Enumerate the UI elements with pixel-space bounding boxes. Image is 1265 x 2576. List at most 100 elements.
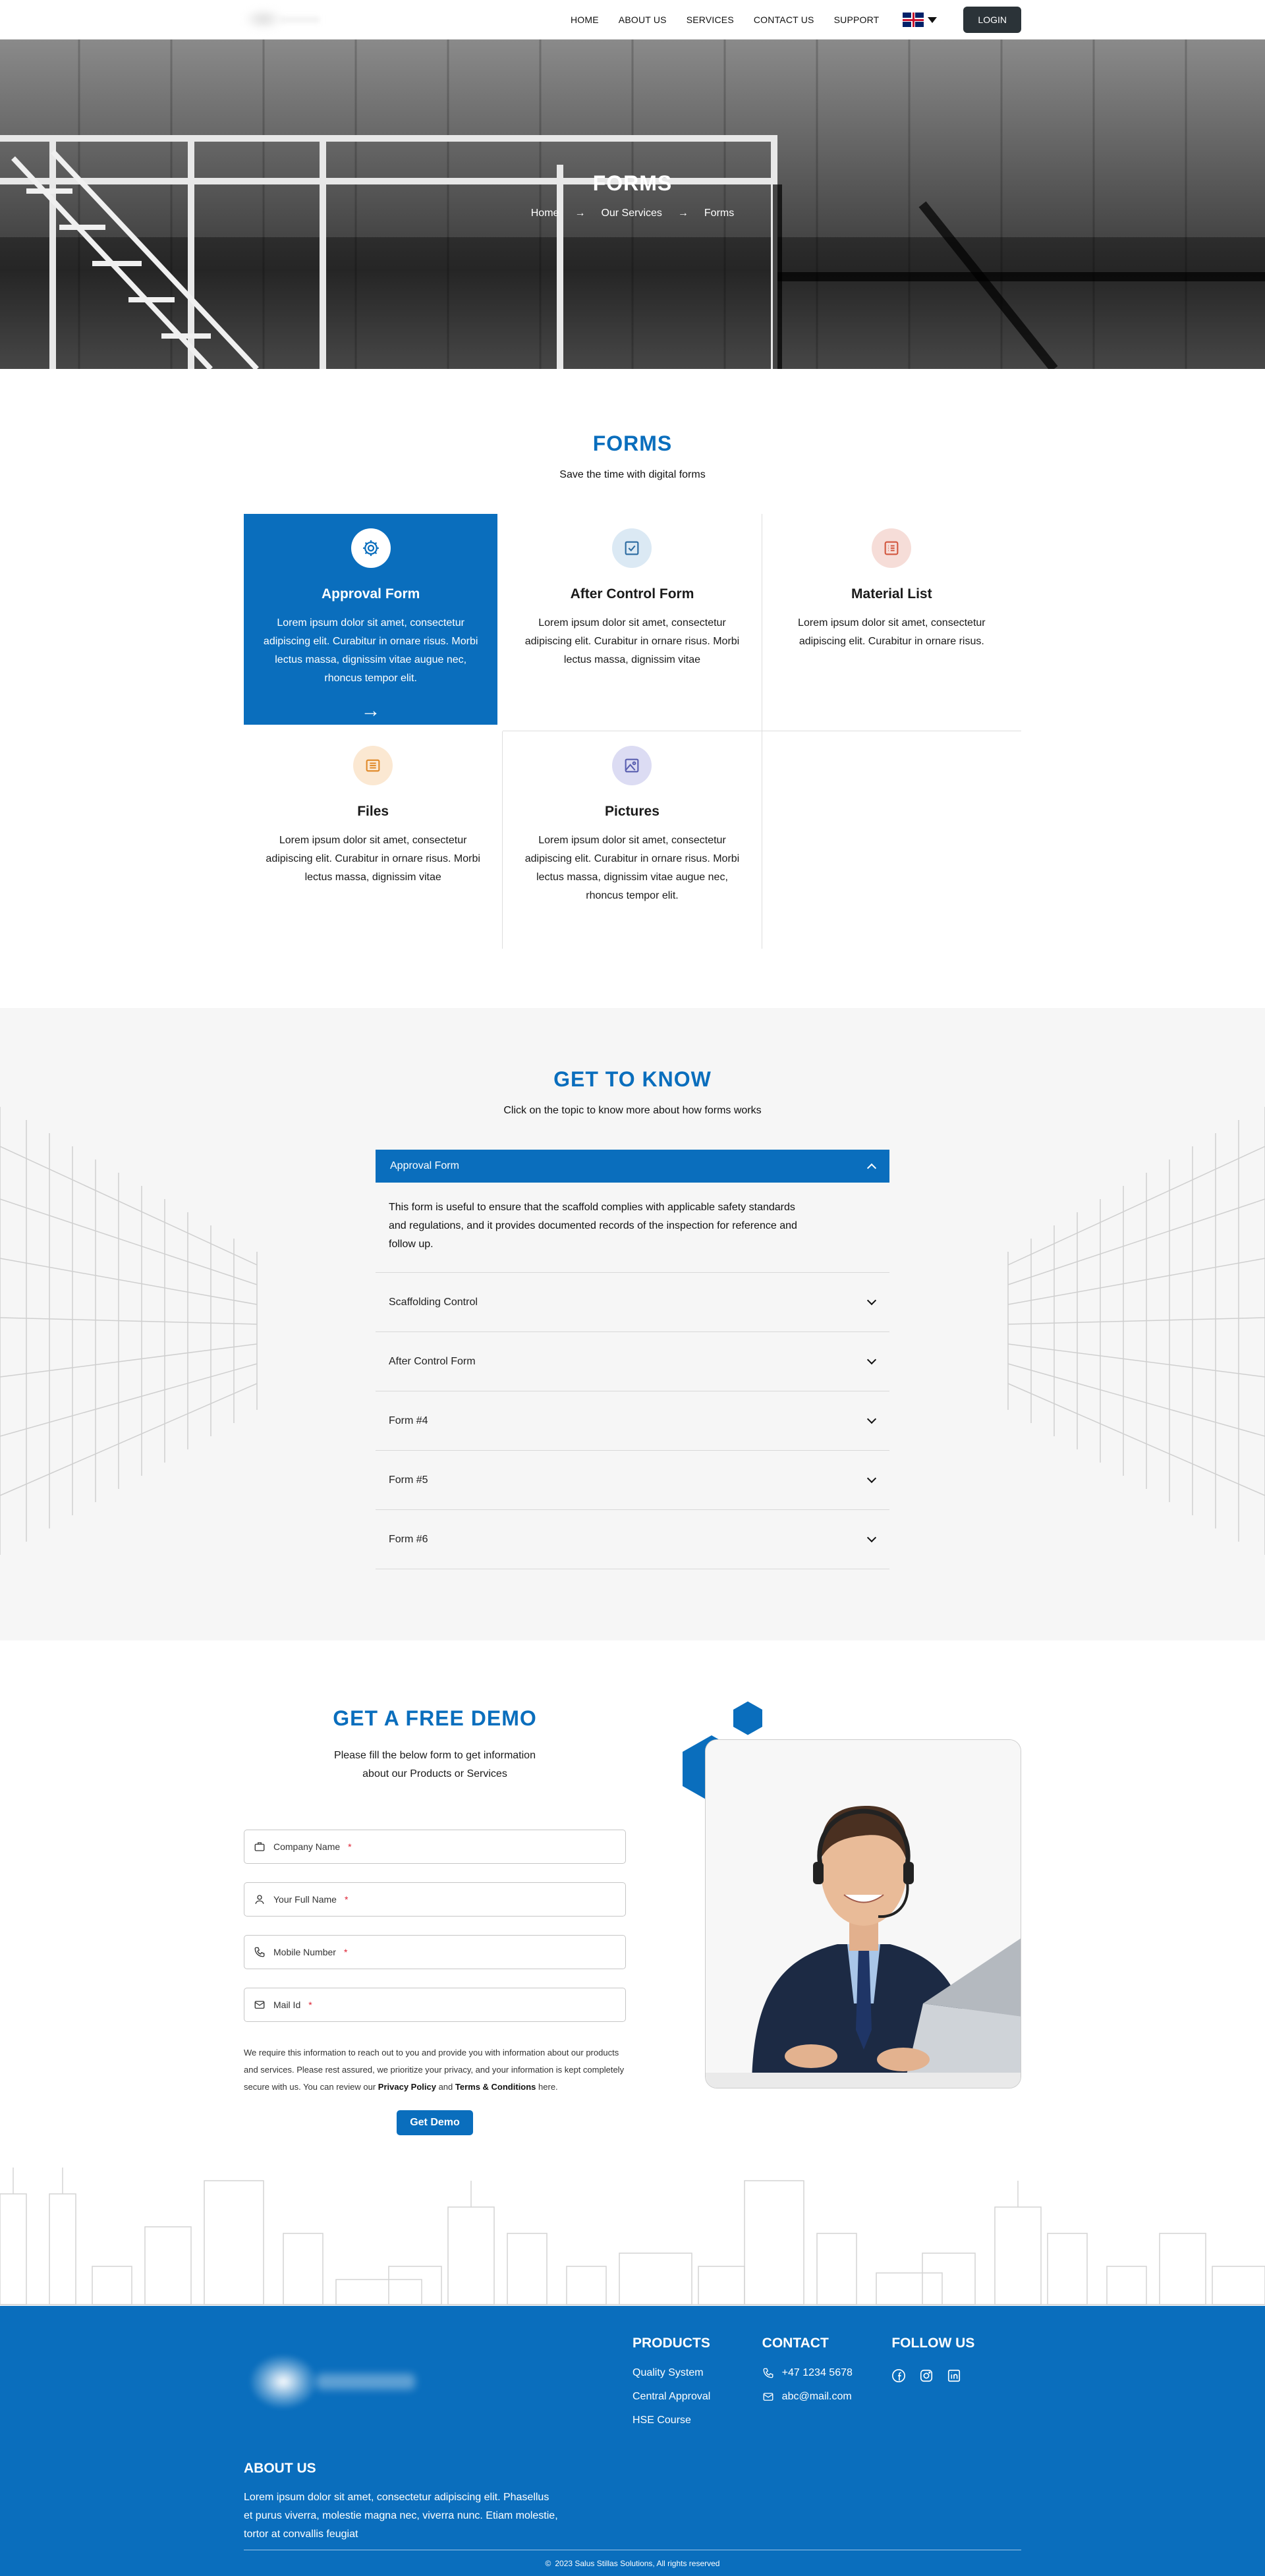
- arrow-right-icon[interactable]: →: [258, 700, 483, 722]
- card-material-list[interactable]: Material List Lorem ipsum dolor sit amet…: [762, 514, 1021, 731]
- demo-illustration: [683, 1640, 1021, 2135]
- footer-logo[interactable]: [244, 2349, 441, 2415]
- footer-follow: FOLLOW US: [891, 2336, 1021, 2544]
- forms-section: FORMS Save the time with digital forms A…: [0, 369, 1265, 1008]
- page-title: FORMS: [592, 171, 673, 195]
- demo-title: GET A FREE DEMO: [333, 1706, 537, 1730]
- accordion-item-form-5[interactable]: Form #5: [376, 1451, 889, 1510]
- accordion-panel-text: This form is useful to ensure that the s…: [389, 1202, 797, 1250]
- nav-contact-us[interactable]: CONTACT US: [754, 14, 814, 25]
- footer-email[interactable]: abc@mail.com: [762, 2391, 892, 2403]
- card-text: Lorem ipsum dolor sit amet, consectetur …: [524, 617, 740, 665]
- chevron-down-icon: [866, 1532, 877, 1542]
- nav-links: HOME ABOUT US SERVICES CONTACT US SUPPOR…: [571, 7, 1021, 33]
- accordion-panel: This form is useful to ensure that the s…: [376, 1183, 889, 1273]
- card-pictures[interactable]: Pictures Lorem ipsum dolor sit amet, con…: [503, 731, 762, 949]
- nav-services[interactable]: SERVICES: [687, 14, 734, 25]
- footer-contact-title: CONTACT: [762, 2336, 829, 2351]
- support-agent-photo: [705, 1739, 1021, 2088]
- field-placeholder: Mobile Number: [273, 1947, 336, 1957]
- company-name-field[interactable]: Company Name *: [244, 1830, 626, 1864]
- demo-subtitle: Please fill the below form to get inform…: [244, 1747, 626, 1783]
- footer-phone[interactable]: +47 1234 5678: [762, 2367, 892, 2379]
- free-demo-section: GET A FREE DEMO Please fill the below fo…: [0, 1640, 1265, 2306]
- footer: ABOUT US Lorem ipsum dolor sit amet, con…: [0, 2306, 1265, 2576]
- file-icon: [353, 746, 393, 785]
- field-placeholder: Your Full Name: [273, 1894, 337, 1905]
- chevron-down-icon: [866, 1414, 877, 1424]
- phone-icon: [763, 2368, 773, 2378]
- mail-id-field[interactable]: Mail Id *: [244, 1988, 626, 2022]
- forms-subtitle: Save the time with digital forms: [559, 469, 706, 480]
- forms-title: FORMS: [592, 432, 673, 455]
- instagram-icon[interactable]: [919, 2368, 934, 2383]
- full-name-field[interactable]: Your Full Name *: [244, 1882, 626, 1917]
- accordion-item-label: Form #5: [389, 1474, 428, 1486]
- field-placeholder: Company Name: [273, 1841, 341, 1852]
- logo[interactable]: [244, 7, 343, 33]
- breadcrumb: Home → Our Services → Forms: [0, 208, 1265, 219]
- demo-subtitle-line-2: about our Products or Services: [362, 1768, 507, 1779]
- card-approval-form[interactable]: Approval Form Lorem ipsum dolor sit amet…: [244, 514, 498, 725]
- footer-products-title: PRODUCTS: [632, 2336, 710, 2351]
- nav-about-us[interactable]: ABOUT US: [619, 14, 667, 25]
- login-button[interactable]: LOGIN: [963, 7, 1021, 33]
- uk-flag-icon: [903, 13, 924, 27]
- accordion-item-label: After Control Form: [389, 1355, 476, 1367]
- image-icon: [612, 746, 652, 785]
- privacy-note: We require this information to reach out…: [244, 2044, 626, 2096]
- city-skyline-illustration: [0, 2168, 1265, 2305]
- footer-email-text: abc@mail.com: [781, 2391, 852, 2402]
- card-title: Material List: [851, 586, 932, 602]
- phone-icon: [254, 1947, 265, 1957]
- nav-support[interactable]: SUPPORT: [834, 14, 880, 25]
- card-title: Pictures: [605, 804, 660, 819]
- accordion-item-label: Form #4: [389, 1414, 428, 1426]
- terms-link[interactable]: Terms & Conditions: [455, 2082, 536, 2092]
- copyright-bar: © 2023 Salus Stillas Solutions, All righ…: [244, 2550, 1021, 2576]
- required-mark: *: [308, 2000, 312, 2010]
- user-icon: [255, 1895, 264, 1904]
- get-to-know-title: GET TO KNOW: [553, 1067, 712, 1091]
- accordion-item-form-6[interactable]: Form #6: [376, 1510, 889, 1569]
- perspective-grid-left: [0, 1107, 258, 1555]
- footer-link-hse-course[interactable]: HSE Course: [632, 2415, 762, 2426]
- accordion-item-after-control-form[interactable]: After Control Form: [376, 1332, 889, 1391]
- demo-form: GET A FREE DEMO Please fill the below fo…: [244, 1640, 626, 2135]
- card-text: Lorem ipsum dolor sit amet, consectetur …: [263, 617, 478, 684]
- breadcrumb-our-services[interactable]: Our Services: [601, 208, 661, 219]
- footer-link-quality-system[interactable]: Quality System: [632, 2367, 762, 2379]
- privacy-policy-link[interactable]: Privacy Policy: [378, 2082, 436, 2092]
- mobile-number-field[interactable]: Mobile Number *: [244, 1935, 626, 1969]
- card-after-control-form[interactable]: After Control Form Lorem ipsum dolor sit…: [503, 514, 762, 731]
- get-demo-button[interactable]: Get Demo: [397, 2110, 473, 2135]
- language-selector[interactable]: [903, 13, 938, 27]
- field-placeholder: Mail Id: [273, 2000, 301, 2010]
- card-title: Approval Form: [321, 586, 420, 602]
- footer-follow-title: FOLLOW US: [891, 2336, 975, 2351]
- footer-link-central-approval[interactable]: Central Approval: [632, 2391, 762, 2403]
- checkbox-icon: [612, 528, 652, 568]
- list-icon: [872, 528, 912, 568]
- accordion-item-scaffolding-control[interactable]: Scaffolding Control: [376, 1273, 889, 1332]
- required-mark: *: [348, 1841, 352, 1852]
- accordion-item-label: Form #6: [389, 1533, 428, 1545]
- breadcrumb-home[interactable]: Home: [531, 208, 559, 219]
- chevron-down-icon: [866, 1473, 877, 1483]
- linkedin-icon[interactable]: [947, 2368, 961, 2383]
- card-title: Files: [357, 804, 389, 819]
- card-files[interactable]: Files Lorem ipsum dolor sit amet, consec…: [244, 731, 503, 949]
- nav-home[interactable]: HOME: [571, 14, 599, 25]
- arrow-right-icon: →: [677, 208, 689, 219]
- accordion-item-form-4[interactable]: Form #4: [376, 1391, 889, 1451]
- facebook-icon[interactable]: [891, 2368, 906, 2383]
- copyright-text: 2023 Salus Stillas Solutions, All rights…: [555, 2558, 720, 2568]
- footer-phone-text: +47 1234 5678: [781, 2367, 853, 2378]
- card-empty: [762, 731, 1021, 949]
- accordion-item-approval-form[interactable]: Approval Form: [376, 1150, 889, 1183]
- required-mark: *: [344, 1894, 349, 1905]
- chevron-up-icon: [866, 1163, 877, 1173]
- footer-about-text: Lorem ipsum dolor sit amet, consectetur …: [244, 2492, 558, 2540]
- briefcase-icon: [254, 1842, 265, 1851]
- required-mark: *: [343, 1947, 348, 1957]
